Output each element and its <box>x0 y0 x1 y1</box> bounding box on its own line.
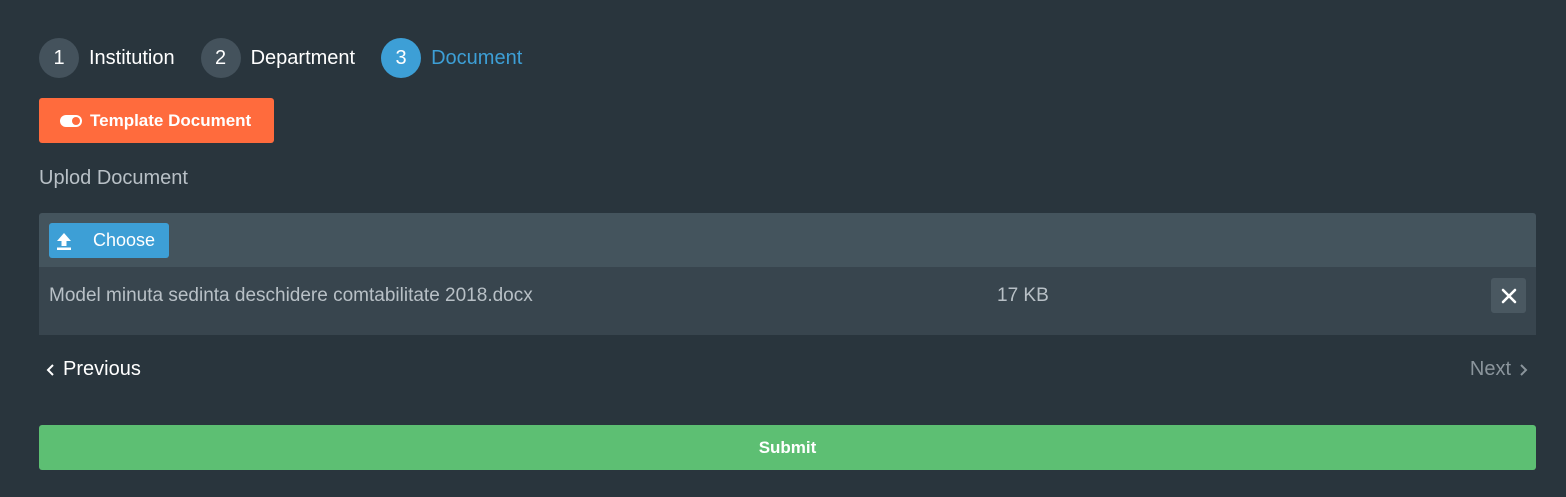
next-button[interactable]: Next <box>1470 358 1529 381</box>
step-label: Institution <box>89 46 175 69</box>
step-number: 3 <box>381 38 422 78</box>
step-number: 2 <box>200 38 241 78</box>
file-size: 17 KB <box>997 285 1049 306</box>
step-department[interactable]: 2 Department <box>200 38 356 78</box>
toggle-icon <box>60 114 82 127</box>
template-document-label: Template Document <box>90 110 252 130</box>
step-document[interactable]: 3 Document <box>381 38 522 78</box>
chevron-left-icon <box>46 363 54 376</box>
step-label: Department <box>250 46 356 69</box>
step-number: 1 <box>39 38 79 78</box>
close-icon <box>1501 288 1516 303</box>
previous-button[interactable]: Previous <box>45 358 141 381</box>
remove-file-button[interactable] <box>1491 278 1526 313</box>
step-institution[interactable]: 1 Institution <box>39 38 175 78</box>
choose-file-button[interactable]: Choose <box>49 223 169 258</box>
next-label: Next <box>1469 358 1511 380</box>
chevron-right-icon <box>1520 363 1528 376</box>
choose-label: Choose <box>93 230 156 250</box>
file-upload-header: Choose <box>39 213 1536 267</box>
template-document-button[interactable]: Template Document <box>39 98 274 143</box>
step-label: Document <box>431 46 523 69</box>
steps-nav: 1 Institution 2 Department 3 Document <box>39 38 548 78</box>
previous-label: Previous <box>63 358 141 380</box>
upload-icon <box>57 232 71 250</box>
file-name: Model minuta sedinta deschidere comtabil… <box>49 285 533 306</box>
file-list: Model minuta sedinta deschidere comtabil… <box>39 267 1536 335</box>
submit-button[interactable]: Submit <box>39 425 1536 470</box>
document-upload-form: 1 Institution 2 Department 3 Document Te… <box>0 0 1566 497</box>
upload-document-label: Uplod Document <box>39 167 188 189</box>
